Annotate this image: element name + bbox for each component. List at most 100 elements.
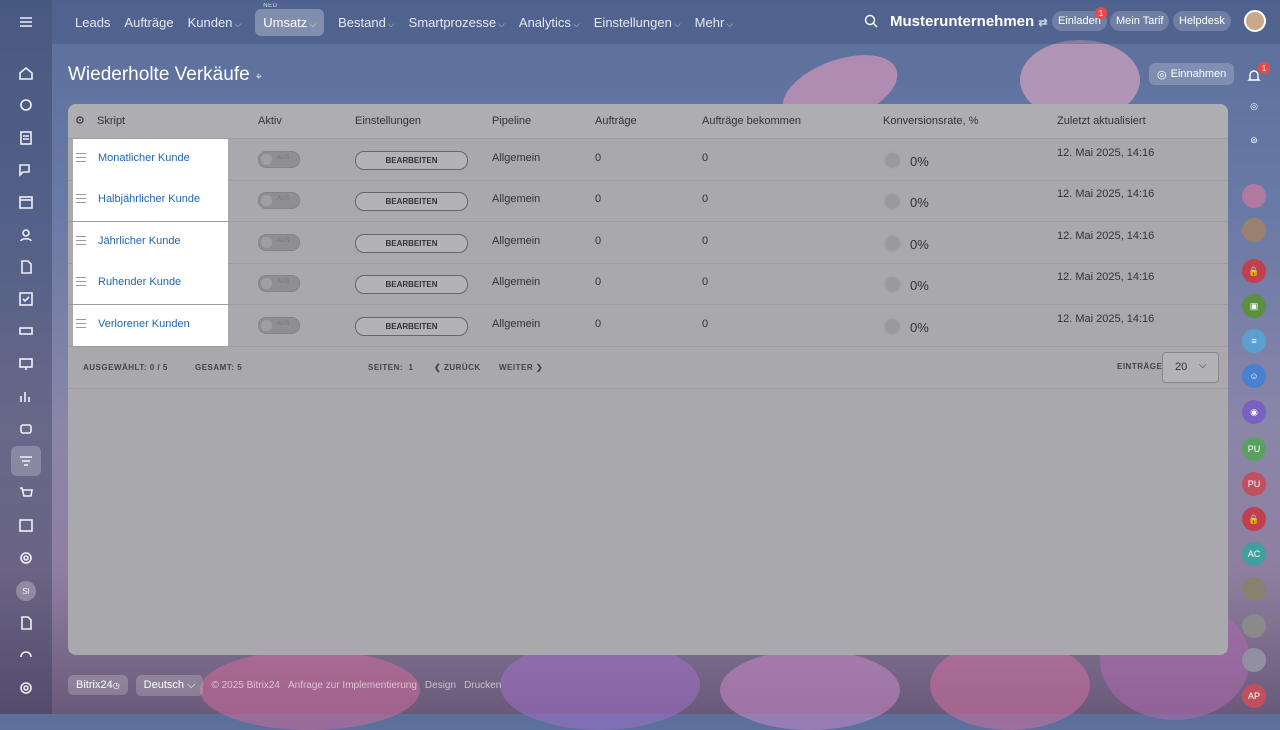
back-link[interactable]: ❮ ZURÜCK (434, 363, 481, 372)
chat-group-icon[interactable]: ▣ (1242, 294, 1266, 318)
header-konversionsrate[interactable]: Konversionsrate, % (883, 115, 978, 127)
script-link[interactable]: Monatlicher Kunde (98, 152, 190, 164)
cart-icon[interactable] (14, 481, 38, 505)
active-toggle[interactable]: AUS (258, 317, 300, 334)
tasks-icon[interactable] (14, 126, 38, 150)
bottom-bar: Bitrix24◷ Deutsch ⌵ © 2025 Bitrix24 Anfr… (68, 674, 501, 696)
header-einstellungen[interactable]: Einstellungen (355, 115, 421, 127)
lock-icon[interactable]: 🔒 (1242, 507, 1266, 531)
nav-einstellungen[interactable]: Einstellungen ⌵ (594, 15, 681, 30)
script-link[interactable]: Ruhender Kunde (98, 276, 181, 288)
lock-icon[interactable]: 🔒 (1242, 259, 1266, 283)
chevron-right-icon: ❯ (535, 363, 544, 372)
header-pipeline[interactable]: Pipeline (492, 115, 531, 127)
active-toggle[interactable]: AUS (258, 275, 300, 292)
messenger-icon[interactable]: ⊜ (1242, 128, 1266, 152)
users-icon[interactable]: ☺ (1242, 364, 1266, 388)
nav-mehr[interactable]: Mehr ⌵ (695, 15, 733, 30)
edit-button[interactable]: BEARBEITEN (355, 192, 468, 211)
income-button[interactable]: ◎ Einnahmen (1149, 63, 1235, 85)
script-link[interactable]: Halbjährlicher Kunde (98, 193, 200, 205)
feed-icon[interactable] (14, 93, 38, 117)
header-aktiv[interactable]: Aktiv (258, 115, 282, 127)
contact-avatar-4[interactable] (1242, 614, 1266, 638)
helpdesk-button[interactable]: Helpdesk (1173, 11, 1231, 31)
clock-icon: ◷ (112, 681, 120, 690)
drag-handle-icon[interactable] (76, 236, 86, 248)
funnel-icon[interactable] (11, 446, 41, 476)
header-auftraege[interactable]: Aufträge (595, 115, 637, 127)
checklist-icon[interactable] (14, 287, 38, 311)
implementation-link[interactable]: Anfrage zur Implementierung (288, 680, 417, 691)
documents-icon[interactable] (14, 255, 38, 279)
copilot-icon[interactable]: ◎ (1242, 94, 1266, 118)
search-icon[interactable] (864, 14, 878, 33)
target-icon[interactable] (14, 546, 38, 570)
total-count: GESAMT: 5 (195, 363, 243, 372)
column-settings-icon[interactable]: ⚙ (75, 114, 85, 127)
company-name[interactable]: Musterunternehmen ⇄ (890, 13, 1048, 30)
settings-icon[interactable] (14, 676, 38, 700)
language-select[interactable]: Deutsch ⌵ (135, 674, 204, 696)
bot-icon[interactable] (14, 416, 38, 440)
script-link[interactable]: Jährlicher Kunde (98, 235, 181, 247)
home-icon[interactable] (14, 61, 38, 85)
header-skript[interactable]: Skript (97, 115, 125, 127)
header-auftraege-bekommen[interactable]: Aufträge bekommen (702, 115, 801, 127)
storage-icon[interactable] (14, 319, 38, 343)
conversion-value: 0% (910, 320, 929, 335)
contact-avatar-2[interactable] (1242, 218, 1266, 242)
next-link[interactable]: WEITER ❯ (499, 363, 543, 372)
nav-leads[interactable]: Leads (75, 15, 110, 30)
contact-avatar-pu-1[interactable]: PU (1242, 437, 1266, 461)
drag-handle-icon[interactable] (76, 277, 86, 289)
chat-icon[interactable] (14, 158, 38, 182)
active-toggle[interactable]: AUS (258, 234, 300, 251)
contacts-icon[interactable] (14, 223, 38, 247)
bitrix24-logo[interactable]: Bitrix24◷ (68, 675, 128, 695)
nav-analytics[interactable]: Analytics ⌵ (519, 15, 580, 30)
tariff-button[interactable]: Mein Tarif (1110, 11, 1170, 31)
user-avatar[interactable]: SI (14, 579, 38, 603)
edit-button[interactable]: BEARBEITEN (355, 275, 468, 294)
nav-kunden[interactable]: Kunden ⌵ (188, 15, 242, 30)
orders-value: 0 (595, 235, 602, 247)
support-icon[interactable] (14, 643, 38, 667)
nav-bestand[interactable]: Bestand ⌵ (338, 15, 395, 30)
contact-avatar-pu-2[interactable]: PU (1242, 472, 1266, 496)
calendar-icon[interactable] (14, 190, 38, 214)
nav-auftraege[interactable]: Aufträge (124, 15, 173, 30)
header-zuletzt[interactable]: Zuletzt aktualisiert (1057, 115, 1146, 127)
drag-handle-icon[interactable] (76, 153, 86, 165)
pin-icon[interactable]: ⌖ (256, 71, 262, 83)
contact-avatar-5[interactable] (1242, 648, 1266, 672)
contact-avatar-3[interactable] (1242, 577, 1266, 601)
nav-umsatz[interactable]: NEU Umsatz ⌵ (255, 3, 325, 36)
print-link[interactable]: Drucken (464, 680, 501, 691)
nav-smartprozesse[interactable]: Smartprozesse ⌵ (409, 15, 505, 30)
conversion-ring (883, 317, 902, 336)
spiral-icon[interactable]: ◉ (1242, 400, 1266, 424)
chart-icon[interactable] (14, 384, 38, 408)
notification-badge: 1 (1258, 62, 1270, 74)
edit-button[interactable]: BEARBEITEN (355, 151, 468, 170)
design-link[interactable]: Design (425, 680, 456, 691)
profile-avatar[interactable] (1244, 10, 1266, 32)
contact-avatar-ap[interactable]: AP (1242, 684, 1266, 708)
board-icon[interactable] (14, 352, 38, 376)
schedule-icon[interactable] (14, 513, 38, 537)
sign-icon[interactable] (14, 611, 38, 635)
menu-icon[interactable] (14, 10, 38, 34)
new-badge: NEU (263, 2, 278, 9)
drag-handle-icon[interactable] (76, 194, 86, 206)
edit-button[interactable]: BEARBEITEN (355, 317, 468, 336)
contact-avatar-1[interactable] (1242, 184, 1266, 208)
entries-select[interactable]: 20 ⌵ (1162, 352, 1219, 383)
edit-button[interactable]: BEARBEITEN (355, 234, 468, 253)
contact-avatar-ac[interactable]: AC (1242, 542, 1266, 566)
script-link[interactable]: Verlorener Kunden (98, 318, 190, 330)
active-toggle[interactable]: AUS (258, 151, 300, 168)
active-toggle[interactable]: AUS (258, 192, 300, 209)
drag-handle-icon[interactable] (76, 319, 86, 331)
chat-lines-icon[interactable]: ≡ (1242, 329, 1266, 353)
